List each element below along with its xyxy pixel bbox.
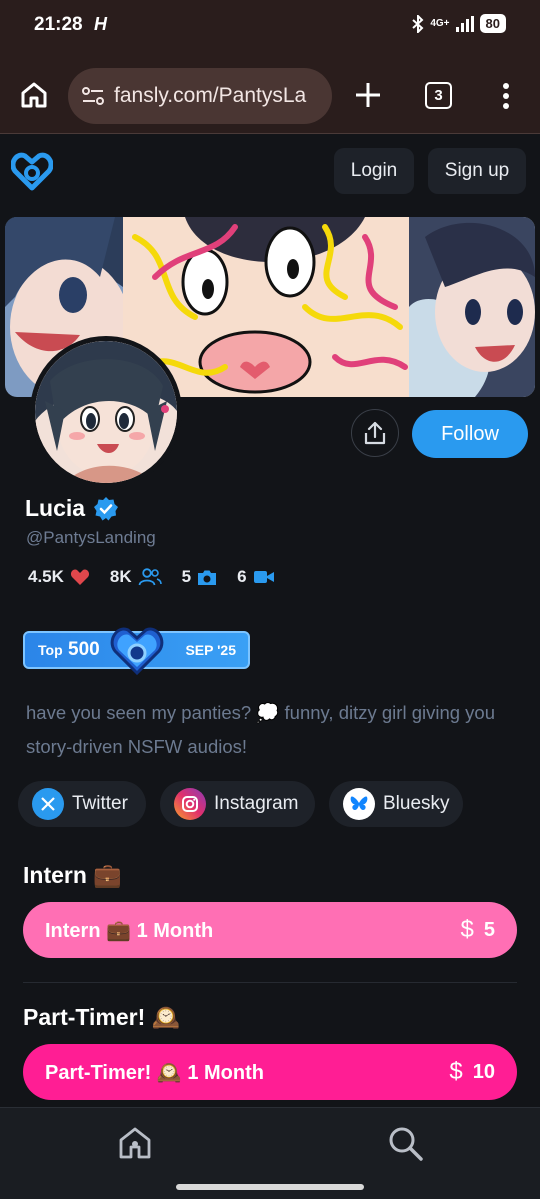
nav-home-icon[interactable]	[116, 1124, 154, 1162]
dollar-icon: $	[460, 916, 474, 943]
profile-name: Lucia	[25, 495, 86, 521]
twitter-label: Twitter	[72, 793, 128, 814]
follow-button[interactable]: Follow	[412, 410, 528, 458]
badge-rank: 500	[68, 639, 100, 660]
photos-count: 5	[181, 567, 192, 586]
tier-price-value: 5	[483, 918, 495, 941]
share-button[interactable]	[351, 409, 399, 457]
badge-heart-icon	[110, 627, 164, 676]
profile-handle: @PantysLanding	[26, 528, 156, 547]
bluesky-icon	[343, 788, 375, 820]
tier-price-value: 10	[472, 1060, 495, 1083]
subscribe-intern-button[interactable]: Intern 💼 1 Month $ 5	[23, 902, 517, 958]
more-menu-icon[interactable]	[496, 80, 516, 112]
top-creator-badge[interactable]: Top 500 SEP '25	[23, 627, 250, 676]
tier-title-part-timer: Part-Timer! 🕰️	[23, 1004, 181, 1030]
carrier-glyph: H	[94, 14, 107, 34]
fansly-logo-icon[interactable]	[11, 151, 53, 191]
tier-price: $ 10	[449, 1058, 495, 1086]
site-settings-icon[interactable]	[80, 83, 106, 109]
photos-stat[interactable]: 5	[182, 567, 217, 587]
video-camera-icon	[253, 571, 274, 583]
network-type: 4G+	[430, 17, 450, 29]
bluetooth-icon	[412, 14, 424, 33]
signal-icon	[455, 15, 474, 32]
address-bar[interactable]: fansly.com/PantysLa	[68, 68, 332, 124]
new-tab-icon[interactable]	[352, 79, 384, 111]
profile-bio: have you seen my panties? 💭 funny, ditzy…	[26, 702, 495, 757]
instagram-icon	[174, 788, 206, 820]
likes-stat: 4.5K	[28, 567, 90, 587]
status-bar: 21:28 H 4G+ 80	[0, 0, 540, 52]
heart-icon	[70, 569, 89, 585]
tier-button-label: Intern 💼 1 Month	[45, 919, 214, 942]
x-icon	[32, 788, 64, 820]
bluesky-label: Bluesky	[383, 793, 450, 814]
tier-divider	[23, 982, 517, 983]
videos-stat[interactable]: 6	[237, 567, 274, 587]
followers-stat[interactable]: 8K	[110, 567, 162, 587]
badge-date: SEP '25	[185, 642, 236, 658]
gesture-bar[interactable]	[176, 1184, 364, 1190]
followers-icon	[138, 568, 162, 586]
dollar-icon: $	[449, 1058, 463, 1085]
followers-count: 8K	[109, 567, 132, 586]
likes-count: 4.5K	[28, 567, 64, 586]
login-button[interactable]: Login	[334, 148, 414, 194]
videos-count: 6	[237, 567, 247, 586]
tier-price: $ 5	[461, 916, 495, 944]
verified-badge-icon	[94, 496, 119, 520]
home-icon[interactable]	[18, 79, 50, 111]
profile-stats: 4.5K 8K 5 6	[28, 567, 295, 587]
instagram-link[interactable]: Instagram	[160, 781, 315, 827]
tab-switcher-button[interactable]: 3	[425, 82, 452, 109]
profile-avatar[interactable]	[30, 336, 182, 488]
profile-name-row: Lucia	[25, 495, 119, 522]
status-time: 21:28	[34, 14, 83, 35]
tier-button-label: Part-Timer! 🕰️ 1 Month	[45, 1061, 264, 1084]
bluesky-link[interactable]: Bluesky	[329, 781, 463, 827]
battery-icon: 80	[479, 14, 506, 33]
camera-icon	[198, 570, 217, 585]
status-icons: 4G+ 80	[412, 14, 506, 33]
badge-prefix: Top	[38, 642, 63, 658]
browser-toolbar: fansly.com/PantysLa 3	[0, 52, 540, 134]
signup-button[interactable]: Sign up	[428, 148, 526, 194]
instagram-label: Instagram	[214, 793, 299, 814]
nav-search-icon[interactable]	[386, 1124, 424, 1162]
tier-title-intern: Intern 💼	[23, 862, 122, 888]
url-text: fansly.com/PantysLa	[114, 84, 307, 107]
share-icon	[364, 421, 386, 445]
twitter-link[interactable]: Twitter	[18, 781, 146, 827]
subscribe-part-timer-button[interactable]: Part-Timer! 🕰️ 1 Month $ 10	[23, 1044, 517, 1100]
